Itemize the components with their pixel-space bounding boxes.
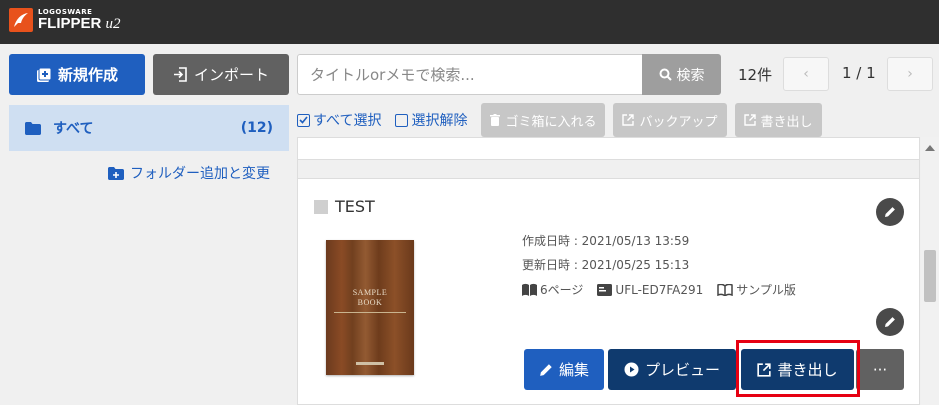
list-toolbar: すべて選択 選択解除 ゴミ箱に入れる バックアップ 書き出し [297, 103, 927, 137]
toolbar-export-button[interactable]: 書き出し [734, 103, 822, 137]
preview-label: プレビュー [644, 361, 720, 379]
book-edition: サンプル版 [736, 283, 796, 297]
updated-date: 更新日時 : 2021/05/25 15:13 [522, 258, 690, 272]
backup-label: バックアップ [639, 114, 718, 130]
trash-icon [490, 114, 501, 126]
preview-button[interactable]: プレビュー [608, 349, 736, 390]
scroll-thumb[interactable] [924, 250, 936, 302]
folder-icon [25, 121, 41, 135]
pencil-icon [885, 317, 895, 327]
cover-publisher-mark [356, 362, 384, 365]
toolbar-export-label: 書き出し [760, 114, 813, 130]
page-count: 6ページ [540, 283, 584, 297]
app-logo[interactable]: LOGOSWARE FLIPPER u2 [9, 8, 121, 32]
checked-icon [297, 113, 310, 127]
search-button[interactable]: 検索 [642, 54, 721, 95]
cover-title-line2: BOOK [357, 298, 383, 307]
id-card-icon [597, 283, 613, 296]
book-meta-row: 6ページ UFL-ED7FA291 サンプル版 [522, 281, 810, 298]
page-indicator: 1 / 1 [842, 64, 876, 82]
pencil-icon [885, 207, 895, 217]
deselect-label: 選択解除 [411, 113, 468, 129]
book-code: UFL-ED7FA291 [615, 282, 704, 297]
edit-button[interactable]: 編集 [524, 349, 604, 390]
book-title-text: TEST [335, 197, 375, 216]
edit-label: 編集 [558, 361, 589, 379]
list-scrollbar[interactable] [921, 137, 939, 405]
import-label: インポート [193, 66, 269, 84]
folder-add-label: フォルダー追加と変更 [130, 166, 270, 182]
backup-button[interactable]: バックアップ [613, 103, 727, 137]
trash-button[interactable]: ゴミ箱に入れる [481, 103, 606, 137]
unchecked-icon [395, 113, 409, 127]
select-all-label: すべて選択 [313, 113, 382, 129]
select-all-checkbox[interactable]: すべて選択 [297, 110, 381, 130]
prev-page-button[interactable]: ‹ [783, 57, 829, 91]
book-cover[interactable]: SAMPLE BOOK [326, 240, 414, 375]
sidebar-item-count: (12) [240, 120, 273, 136]
edit-memo-button[interactable] [876, 308, 904, 336]
logo-mark-icon [9, 8, 33, 32]
external-link-icon [622, 114, 635, 126]
search-input[interactable] [297, 54, 643, 95]
import-button[interactable]: インポート [153, 54, 289, 95]
list-separator [298, 159, 919, 179]
result-count: 12件 [738, 66, 773, 84]
open-book-icon [717, 283, 734, 296]
folder-plus-icon [108, 166, 124, 180]
deselect-checkbox[interactable]: 選択解除 [395, 110, 467, 130]
import-icon [173, 67, 187, 82]
next-page-button[interactable]: › [887, 57, 933, 91]
cover-divider [334, 312, 406, 313]
search-icon [659, 68, 672, 81]
new-book-button[interactable]: 新規作成 [9, 54, 145, 95]
book-checkbox[interactable] [314, 199, 328, 214]
book-title: TEST [314, 197, 375, 216]
highlight-box [736, 340, 860, 397]
sidebar-item-label: すべて [53, 121, 94, 137]
new-book-icon [36, 67, 52, 82]
trash-label: ゴミ箱に入れる [505, 114, 597, 130]
sidebar-item-all[interactable]: すべて (12) [9, 105, 289, 151]
external-link-icon [743, 114, 756, 126]
created-date: 作成日時 : 2021/05/13 13:59 [522, 234, 690, 248]
new-book-label: 新規作成 [57, 66, 118, 84]
top-bar: LOGOSWARE FLIPPER u2 [0, 0, 939, 44]
cover-title-line1: SAMPLE [352, 288, 388, 297]
brand-name: FLIPPER [38, 14, 102, 32]
brand-suffix: u2 [105, 15, 121, 32]
search-label: 検索 [676, 67, 705, 84]
scroll-up-icon[interactable] [925, 145, 935, 151]
pages-icon [522, 283, 537, 296]
play-circle-icon [624, 362, 639, 377]
more-options-button[interactable]: ··· [856, 349, 904, 390]
pencil-icon [540, 363, 552, 376]
edit-title-button[interactable] [876, 198, 904, 226]
folder-add-link[interactable]: フォルダー追加と変更 [108, 163, 270, 183]
